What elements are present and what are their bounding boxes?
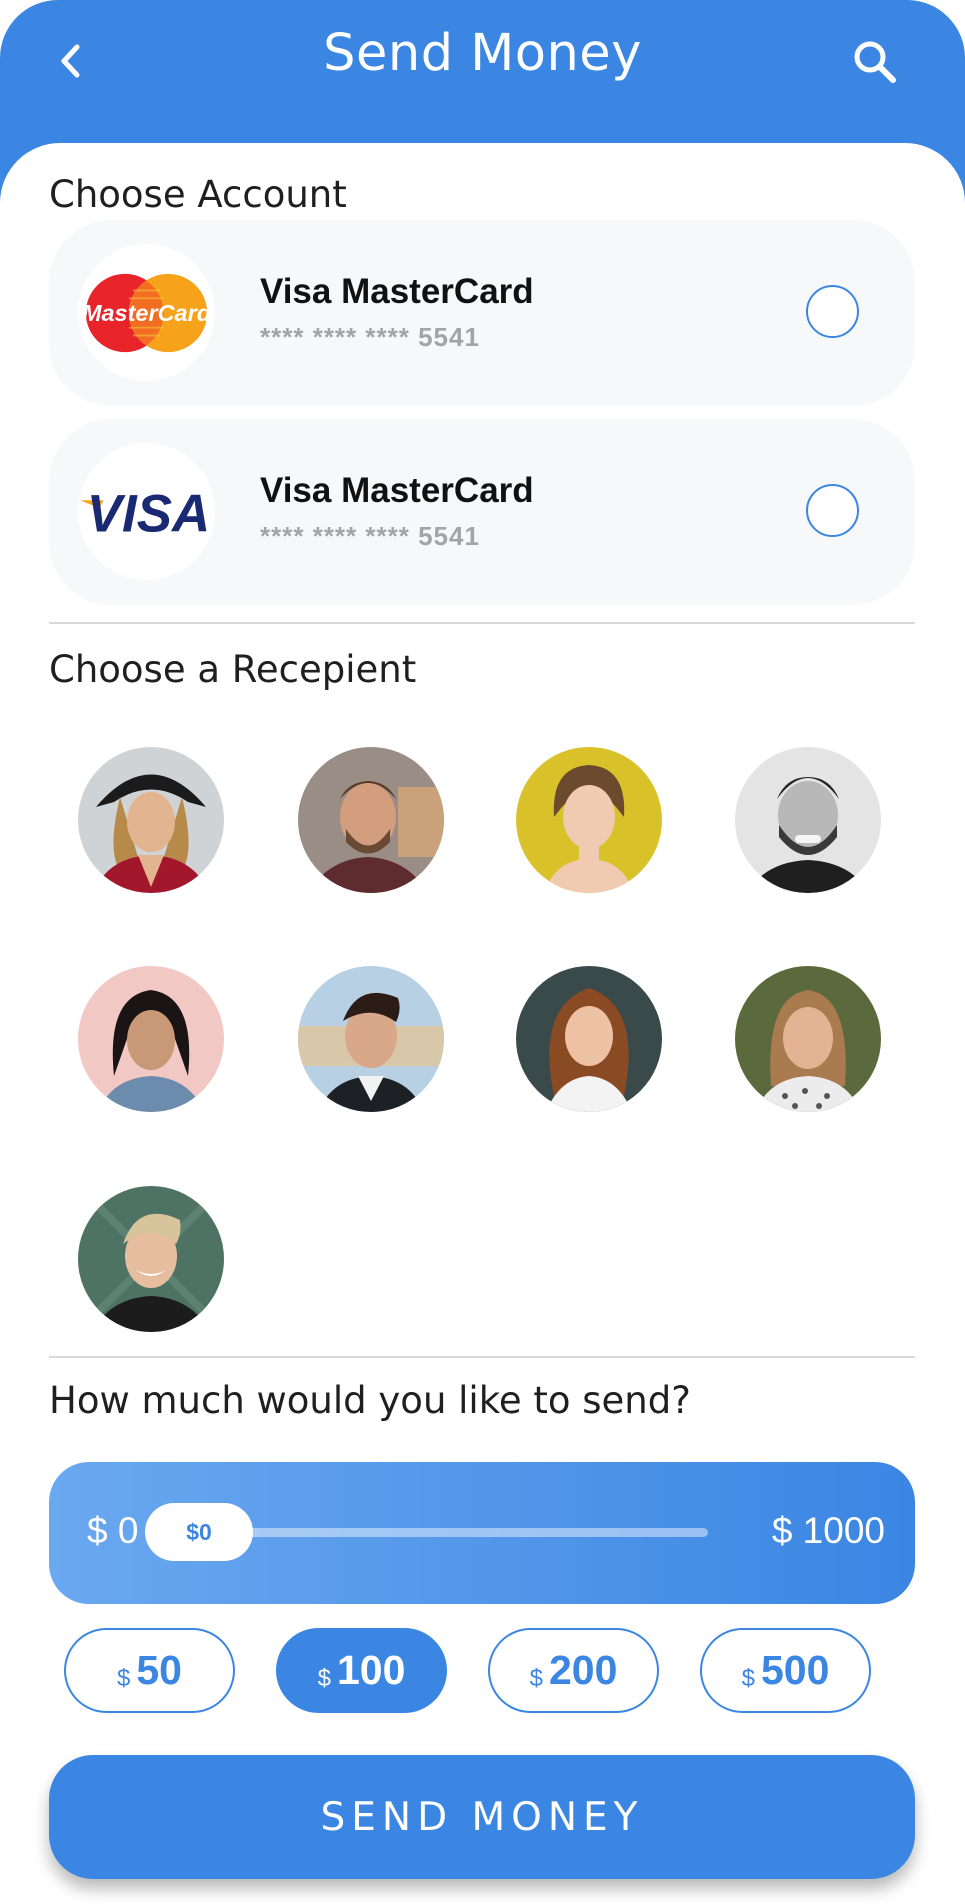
preset-500-button[interactable]: $ 500 bbox=[700, 1628, 871, 1713]
account-name: Visa MasterCard bbox=[260, 272, 534, 311]
currency-symbol: $ bbox=[529, 1664, 543, 1692]
visa-logo: VISA bbox=[78, 443, 215, 580]
account-radio[interactable] bbox=[806, 484, 859, 537]
amount-question: How much would you like to send? bbox=[49, 1379, 691, 1422]
preset-amount: 200 bbox=[548, 1647, 618, 1693]
recipient-avatar[interactable] bbox=[735, 747, 881, 893]
svg-text:VISA: VISA bbox=[87, 484, 210, 541]
send-money-screen: Send Money Choose Account MasterCard Vis… bbox=[0, 0, 965, 1904]
recipient-avatar[interactable] bbox=[78, 747, 224, 893]
search-icon bbox=[854, 41, 896, 83]
account-name: Visa MasterCard bbox=[260, 471, 534, 510]
send-money-button[interactable]: SEND MONEY bbox=[49, 1755, 915, 1879]
recipient-avatar[interactable] bbox=[516, 966, 662, 1112]
recipient-avatar[interactable] bbox=[78, 1186, 224, 1332]
amount-slider-box: $ 0 $0 $ 1000 bbox=[49, 1462, 915, 1604]
preset-amount: 500 bbox=[760, 1647, 830, 1693]
currency-symbol: $ bbox=[741, 1664, 755, 1692]
recipient-avatar[interactable] bbox=[735, 966, 881, 1112]
account-card-mastercard[interactable]: MasterCard Visa MasterCard **** **** ***… bbox=[49, 220, 915, 406]
choose-account-title: Choose Account bbox=[49, 173, 347, 216]
preset-100-button[interactable]: $ 100 bbox=[276, 1628, 447, 1713]
recipient-avatar[interactable] bbox=[298, 966, 444, 1112]
account-card-visa[interactable]: VISA Visa MasterCard **** **** **** 5541 bbox=[49, 419, 915, 605]
divider bbox=[49, 1356, 915, 1358]
slider-min-label: $ 0 bbox=[87, 1510, 139, 1551]
account-radio[interactable] bbox=[806, 285, 859, 338]
choose-recipient-title: Choose a Recepient bbox=[49, 648, 417, 691]
divider bbox=[49, 622, 915, 624]
recipient-avatar[interactable] bbox=[298, 747, 444, 893]
mastercard-logo: MasterCard bbox=[78, 244, 215, 381]
recipient-avatar[interactable] bbox=[516, 747, 662, 893]
slider-max-label: $ 1000 bbox=[771, 1510, 885, 1551]
page-title: Send Money bbox=[323, 24, 642, 83]
svg-text:MasterCard: MasterCard bbox=[82, 299, 212, 325]
recipient-avatar[interactable] bbox=[78, 966, 224, 1112]
currency-symbol: $ bbox=[317, 1664, 331, 1692]
account-number: **** **** **** 5541 bbox=[260, 521, 480, 551]
preset-200-button[interactable]: $ 200 bbox=[488, 1628, 659, 1713]
preset-50-button[interactable]: $ 50 bbox=[64, 1628, 235, 1713]
search-button[interactable] bbox=[845, 32, 905, 92]
currency-symbol: $ bbox=[117, 1664, 131, 1692]
preset-amount: 50 bbox=[136, 1647, 182, 1693]
preset-amount: 100 bbox=[336, 1647, 406, 1693]
account-number: **** **** **** 5541 bbox=[260, 322, 480, 352]
amount-slider-track[interactable] bbox=[225, 1528, 708, 1537]
amount-slider-thumb[interactable]: $0 bbox=[145, 1503, 253, 1561]
